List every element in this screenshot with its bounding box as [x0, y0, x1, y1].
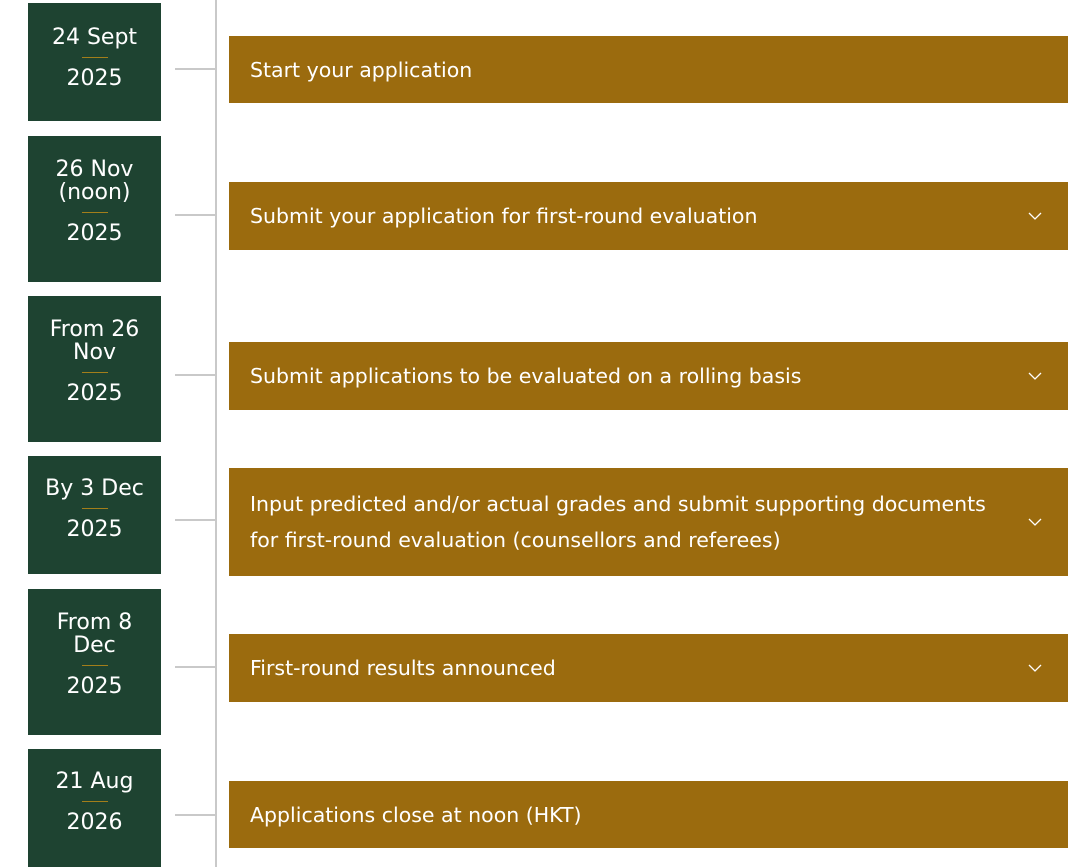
- stage-label: Input predicted and/or actual grades and…: [250, 492, 986, 552]
- date-separator: [81, 508, 108, 509]
- timeline-connector: [175, 214, 215, 216]
- date-year: 2026: [66, 810, 123, 835]
- stage-bar-grades-and-documents[interactable]: Input predicted and/or actual grades and…: [229, 468, 1068, 576]
- timeline-connector: [175, 374, 215, 376]
- timeline-line: [215, 0, 217, 867]
- stage-bar-applications-close[interactable]: Applications close at noon (HKT): [229, 781, 1068, 848]
- stage-label: Start your application: [250, 57, 473, 82]
- date-label: 24 Sept: [51, 25, 138, 50]
- date-box: 26 Nov (noon) 2025: [28, 136, 161, 282]
- date-year: 2025: [66, 221, 123, 246]
- stage-label: First-round results announced: [250, 656, 556, 680]
- date-box: From 26 Nov 2025: [28, 296, 161, 442]
- date-separator: [81, 801, 108, 802]
- date-year: 2025: [66, 66, 123, 91]
- stage-label: Submit applications to be evaluated on a…: [250, 364, 802, 388]
- stage-label: Submit your application for first-round …: [250, 204, 758, 228]
- date-label: 26 Nov (noon): [55, 157, 134, 205]
- date-box: From 8 Dec 2025: [28, 589, 161, 735]
- chevron-down-icon[interactable]: [1028, 663, 1042, 673]
- timeline-connector: [175, 666, 215, 668]
- date-separator: [81, 665, 108, 666]
- timeline-connector: [175, 68, 215, 70]
- date-box: 21 Aug 2026: [28, 749, 161, 867]
- date-year: 2025: [66, 381, 123, 406]
- date-label: By 3 Dec: [45, 476, 144, 501]
- stage-bar-rolling-basis[interactable]: Submit applications to be evaluated on a…: [229, 342, 1068, 410]
- date-year: 2025: [66, 674, 123, 699]
- chevron-down-icon[interactable]: [1028, 211, 1042, 221]
- chevron-down-icon[interactable]: [1028, 517, 1042, 527]
- chevron-down-icon[interactable]: [1028, 371, 1042, 381]
- date-label: From 26 Nov: [49, 317, 140, 365]
- date-year: 2025: [66, 517, 123, 542]
- date-label: 21 Aug: [55, 769, 134, 794]
- timeline-connector: [175, 814, 215, 816]
- date-box: 24 Sept 2025: [28, 3, 161, 121]
- date-box: By 3 Dec 2025: [28, 456, 161, 574]
- date-separator: [81, 212, 108, 213]
- date-label: From 8 Dec: [56, 610, 133, 658]
- stage-label: Applications close at noon (HKT): [250, 802, 582, 827]
- stage-bar-start-application[interactable]: Start your application: [229, 36, 1068, 103]
- date-separator: [81, 57, 108, 58]
- timeline-connector: [175, 519, 215, 521]
- stage-bar-first-round-results[interactable]: First-round results announced: [229, 634, 1068, 702]
- stage-bar-first-round-submission[interactable]: Submit your application for first-round …: [229, 182, 1068, 250]
- date-separator: [81, 372, 108, 373]
